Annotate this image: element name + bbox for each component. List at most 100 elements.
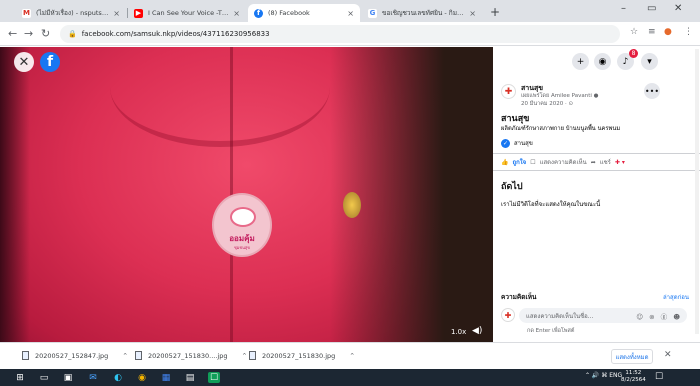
more-options-icon[interactable]: ••• xyxy=(644,83,660,99)
reading-list-icon[interactable]: ≡ xyxy=(648,27,656,37)
browser-tab-strip: M (ไม่มีหัวเรื่อง) - nsputsvong@gmai × ▶… xyxy=(0,0,700,22)
image-file-icon xyxy=(22,351,29,360)
url-text: facebook.com/samsuk.nkp/videos/437116230… xyxy=(81,30,270,38)
comment-input[interactable]: แสดงความคิดเห็นในชื่อ... ☺ ⊚ ⓖ ☻ xyxy=(519,308,687,323)
download-item[interactable]: 20200527_152847.jpg ⌃ xyxy=(22,351,128,360)
up-next-heading: ถัดไป xyxy=(501,182,523,192)
comment-hint: กด Enter เพื่อโพสต์ xyxy=(527,328,575,334)
page-link-icon: ✓ xyxy=(501,138,510,148)
download-item[interactable]: 20200527_151830.jpg ⌃ xyxy=(249,351,355,360)
tab-youtube[interactable]: ▶ I Can See Your Voice -TH | EP.60 × xyxy=(128,4,246,22)
facebook-logo-icon[interactable]: f xyxy=(40,52,60,72)
download-bar: 20200527_152847.jpg ⌃ 20200527_151830...… xyxy=(0,342,700,369)
chevron-up-icon[interactable]: ⌃ xyxy=(241,352,247,360)
reaction-icon[interactable]: ✚ ▾ xyxy=(615,159,625,166)
user-avatar: ✚ xyxy=(501,308,515,322)
panel-scrollbar[interactable] xyxy=(695,49,699,334)
google-icon: G xyxy=(368,8,377,18)
chrome-icon[interactable]: ◉ xyxy=(136,372,148,383)
forward-arrow-icon[interactable]: → xyxy=(24,27,33,40)
chevron-up-icon[interactable]: ⌃ xyxy=(122,352,128,360)
reload-icon[interactable]: ↻ xyxy=(41,27,50,40)
tab-title: (ไม่มีหัวเรื่อง) - nsputsvong@gmai xyxy=(36,9,110,17)
browser-toolbar: ← → ↻ 🔒 facebook.com/samsuk.nkp/videos/4… xyxy=(0,22,700,46)
action-center-icon[interactable]: ☐ xyxy=(655,372,663,382)
gmail-icon: M xyxy=(22,8,31,18)
photos-icon[interactable]: ▦ xyxy=(160,372,172,383)
system-tray[interactable]: ⌃ 🔊 ⌘ ENG xyxy=(585,372,622,379)
window-close-button[interactable]: ✕ xyxy=(674,3,682,14)
like-button[interactable]: ถูกใจ xyxy=(512,157,526,167)
youtube-icon: ▶ xyxy=(134,8,143,18)
close-tab-icon[interactable]: × xyxy=(113,9,120,18)
shirt-logo-badge: ออมคุ้ม ชุมชนสุข xyxy=(212,193,272,257)
account-menu-chevron-icon[interactable]: ▾ xyxy=(641,53,658,70)
download-filename: 20200527_152847.jpg xyxy=(35,351,109,360)
address-bar[interactable]: 🔒 facebook.com/samsuk.nkp/videos/4371162… xyxy=(60,25,620,43)
tab-google[interactable]: G ขอเชิญชวนเลขทัศยิน - กิมราชั่ว × xyxy=(362,4,482,22)
store-icon[interactable]: ▣ xyxy=(62,372,74,383)
download-item[interactable]: 20200527_151830....jpg ⌃ xyxy=(135,351,247,360)
page-link[interactable]: ✓ สานสุข xyxy=(501,138,533,148)
windows-start-icon[interactable]: ⊞ xyxy=(14,372,26,383)
file-explorer-icon[interactable]: ▤ xyxy=(184,372,196,383)
comment-icon[interactable]: ☐ xyxy=(530,159,535,166)
image-file-icon xyxy=(249,351,256,360)
create-plus-icon[interactable]: + xyxy=(572,53,589,70)
new-tab-button[interactable]: + xyxy=(490,5,500,19)
clock-time: 11:52 xyxy=(625,370,642,376)
comment-attachment-icons[interactable]: ☺ ⊚ ⓖ ☻ xyxy=(636,311,682,321)
share-icon[interactable]: ➦ xyxy=(591,159,596,166)
notification-count-badge: 8 xyxy=(629,49,638,58)
windows-taskbar: ⊞ ▭ ▣ ✉ ◐ ◉ ▦ ▤ ☐ ⌃ 🔊 ⌘ ENG 11:52 8/2/25… xyxy=(0,369,700,386)
tray-icons: ⌃ 🔊 ⌘ xyxy=(585,372,610,379)
browser-menu-icon[interactable]: ⋮ xyxy=(684,27,693,37)
chevron-up-icon[interactable]: ⌃ xyxy=(349,352,355,360)
close-video-button[interactable]: ✕ xyxy=(14,52,34,72)
close-tab-icon[interactable]: × xyxy=(347,9,354,18)
page-link-label: สานสุข xyxy=(514,140,533,147)
show-all-downloads-button[interactable]: แสดงทั้งหมด xyxy=(611,349,653,364)
download-filename: 20200527_151830....jpg xyxy=(148,351,228,360)
post-author: เผยแพร่โดย Amilee Pavanti ● xyxy=(521,93,599,99)
comments-sort-link[interactable]: ล่าสุดก่อน xyxy=(663,292,689,302)
comments-heading: ความคิดเห็น xyxy=(501,293,537,301)
minimize-button[interactable]: – xyxy=(621,3,626,14)
messenger-icon[interactable]: ◉ xyxy=(594,53,611,70)
star-icon[interactable]: ☆ xyxy=(630,27,638,37)
close-download-bar-icon[interactable]: ✕ xyxy=(664,350,672,360)
video-side-panel: + ◉ ♪ 8 ▾ ✚ สานสุข เผยแพร่โดย Amilee Pav… xyxy=(493,47,700,342)
edge-icon[interactable]: ◐ xyxy=(112,372,124,383)
tab-title: I Can See Your Voice -TH | EP.60 xyxy=(148,9,229,17)
comment-placeholder: แสดงความคิดเห็นในชื่อ... xyxy=(526,312,594,320)
maximize-button[interactable]: ▭ xyxy=(647,3,656,14)
download-filename: 20200527_151830.jpg xyxy=(262,351,336,360)
post-action-bar: 👍 ถูกใจ ☐ แสดงความคิดเห็น ➦ แชร์ ✚ ▾ xyxy=(493,153,700,171)
like-icon[interactable]: 👍 xyxy=(501,159,508,166)
video-player[interactable]: ออมคุ้ม ชุมชนสุข ✕ f 1.0x ◀) xyxy=(0,47,493,342)
taskbar-clock[interactable]: 11:52 8/2/2564 xyxy=(621,370,646,384)
comment-button[interactable]: แสดงความคิดเห็น xyxy=(540,157,587,167)
line-app-icon[interactable]: ☐ xyxy=(208,372,220,383)
facebook-icon: f xyxy=(254,8,263,18)
task-view-icon[interactable]: ▭ xyxy=(38,372,50,383)
back-arrow-icon[interactable]: ← xyxy=(8,27,17,40)
up-next-empty-message: เราไม่มีวิดีโอที่จะแสดงให้คุณในขณะนี้ xyxy=(501,201,601,208)
image-file-icon xyxy=(135,351,142,360)
close-tab-icon[interactable]: × xyxy=(233,9,240,18)
post-description: ผลิตภัณฑ์รักษาสภาพกาย บ้านบนูลพื้น นครพน… xyxy=(501,126,621,132)
shirt-pin xyxy=(343,192,361,218)
playback-speed[interactable]: 1.0x xyxy=(451,328,466,336)
page-avatar[interactable]: ✚ xyxy=(501,84,516,99)
share-button[interactable]: แชร์ xyxy=(600,157,611,167)
tab-facebook[interactable]: f (8) Facebook × xyxy=(248,4,360,22)
badge-sublabel: ชุมชนสุข xyxy=(234,245,250,250)
post-date[interactable]: 20 มีนาคม 2020 · ⊙ xyxy=(521,100,573,108)
close-tab-icon[interactable]: × xyxy=(469,9,476,18)
mail-icon[interactable]: ✉ xyxy=(87,372,99,383)
clock-date: 8/2/2564 xyxy=(621,377,646,383)
tab-gmail[interactable]: M (ไม่มีหัวเรื่อง) - nsputsvong@gmai × xyxy=(16,4,126,22)
profile-avatar-icon[interactable]: ● xyxy=(664,27,672,37)
tab-title: ขอเชิญชวนเลขทัศยิน - กิมราชั่ว xyxy=(382,9,466,17)
volume-icon[interactable]: ◀) xyxy=(472,326,482,336)
